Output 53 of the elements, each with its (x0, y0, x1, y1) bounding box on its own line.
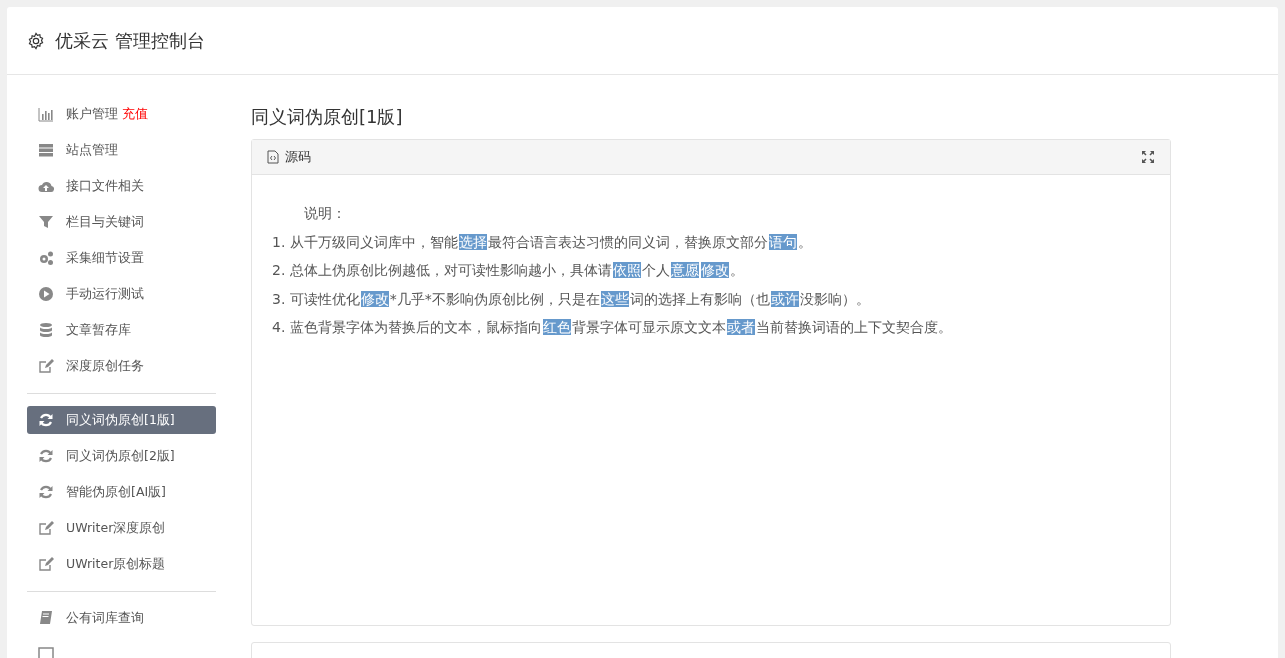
sidebar-item[interactable]: UWriter深度原创 (27, 514, 216, 542)
sidebar-label: 公有词库查询 (66, 609, 144, 627)
sidebar-label: UWriter深度原创 (66, 519, 166, 537)
console-title: 优采云 管理控制台 (55, 28, 205, 53)
panel-title: 源码 (285, 148, 311, 166)
edit-icon (38, 556, 54, 572)
code-file-icon (267, 150, 279, 164)
instruction-line: 1. 从千万级同义词库中，智能选择最符合语言表达习惯的同义词，替换原文部分语句。 (272, 232, 813, 252)
sidebar-item[interactable]: 同义词伪原创[2版] (27, 442, 216, 470)
refresh-icon (38, 448, 54, 464)
sidebar-label: 账户管理 (66, 105, 118, 123)
sidebar-label: 同义词伪原创[1版] (66, 411, 175, 429)
server-icon (38, 142, 54, 158)
instruction-line: 2. 总体上伪原创比例越低，对可读性影响越小，具体请依照个人意愿修改。 (272, 261, 745, 280)
sidebar-item[interactable]: 账户管理 充值 (27, 100, 216, 128)
instruction-line: 3. 可读性优化修改*几乎*不影响伪原创比例，只是在这些词的选择上有影响（也或许没影响）。 (272, 289, 871, 309)
sidebar-label: 接口文件相关 (66, 177, 144, 195)
instruction-line: 4. 蓝色背景字体为替换后的文本，鼠标指向 红色背景字体可显示原文文本或者当前替换词语的上下文契合度。 (272, 318, 953, 337)
book-icon (38, 610, 54, 626)
window-icon (38, 646, 54, 658)
sidebar-item[interactable]: 文章暂存库 (27, 316, 216, 344)
edit-icon (38, 520, 54, 536)
fullscreen-icon[interactable] (1141, 150, 1155, 164)
gear-icon (27, 31, 45, 50)
bar-chart-icon (38, 106, 54, 122)
sidebar-label: 智能伪原创[AI版] (66, 483, 166, 501)
sidebar-label: 同义词伪原创[2版] (66, 447, 175, 465)
recharge-link[interactable]: 充值 (122, 105, 148, 123)
sidebar-label: 采集细节设置 (66, 249, 144, 267)
edit-icon (38, 358, 54, 374)
database-icon (38, 322, 54, 338)
sidebar-label: 站点管理 (66, 141, 118, 159)
sidebar-label: 栏目与关键词 (66, 213, 144, 231)
sidebar-item[interactable]: 采集细节设置 (27, 244, 216, 272)
sidebar-item[interactable]: 手动运行测试 (27, 280, 216, 308)
play-icon (38, 286, 54, 302)
intro-label: 说明： (303, 204, 347, 223)
sidebar-item[interactable]: 站点管理 (27, 136, 216, 164)
sidebar-item[interactable]: 接口文件相关 (27, 172, 216, 200)
sidebar-item[interactable]: 栏目与关键词 (27, 208, 216, 236)
sidebar-label: 手动运行测试 (66, 285, 144, 303)
filter-icon (38, 214, 54, 230)
sidebar-label: 文章暂存库 (66, 321, 131, 339)
sidebar-item[interactable]: 深度原创任务 (27, 352, 216, 380)
sidebar-item[interactable]: UWriter原创标题 (27, 550, 216, 578)
sidebar-label: UWriter原创标题 (66, 555, 166, 573)
refresh-icon (38, 484, 54, 500)
sidebar-label: 深度原创任务 (66, 357, 144, 375)
sidebar-item[interactable]: 智能伪原创[AI版] (27, 478, 216, 506)
sidebar-item[interactable]: 公有词库查询 (27, 604, 216, 632)
refresh-icon (38, 412, 54, 428)
sidebar-item[interactable]: 同义词伪原创[1版] (27, 406, 216, 434)
page-title: 同义词伪原创[1版] (251, 105, 404, 129)
